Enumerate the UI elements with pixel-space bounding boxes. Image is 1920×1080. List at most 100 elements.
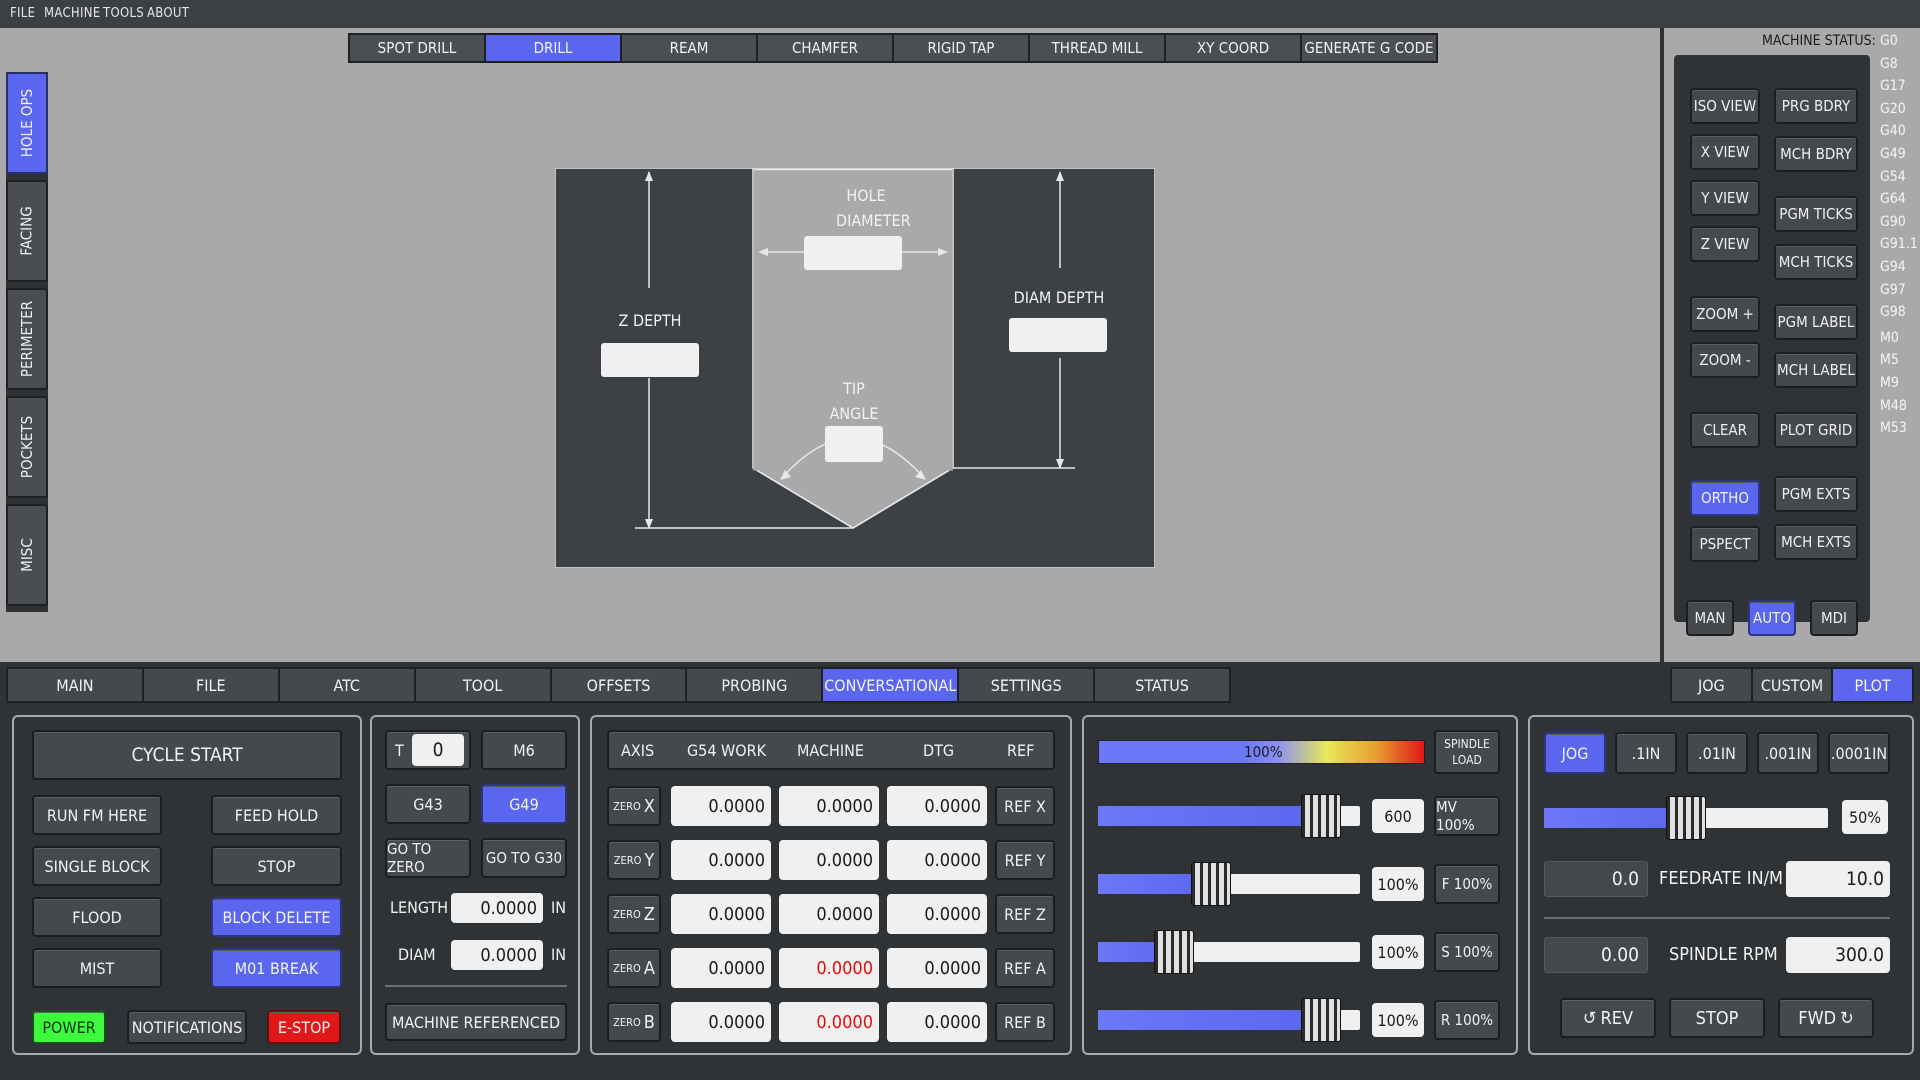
plot-grid-button[interactable]: PLOT GRID: [1774, 412, 1858, 448]
tab-xy-coord[interactable]: XY COORD: [1166, 35, 1300, 61]
override-reset-button[interactable]: S 100%: [1434, 932, 1500, 972]
perspective-button[interactable]: PSPECT: [1690, 526, 1760, 562]
ref-z-button[interactable]: REF Z: [995, 894, 1055, 934]
go-to-zero-button[interactable]: GO TO ZERO: [385, 838, 471, 878]
tab-settings[interactable]: SETTINGS: [959, 669, 1094, 701]
go-to-g30-button[interactable]: GO TO G30: [481, 838, 567, 878]
zero-y-button[interactable]: ZERO Y: [607, 840, 661, 880]
override-slider-thumb[interactable]: [1153, 930, 1194, 974]
zero-a-button[interactable]: ZERO A: [607, 948, 661, 988]
g49-button[interactable]: G49: [481, 784, 567, 824]
menu-tools[interactable]: TOOLS: [103, 6, 144, 21]
machine-extents-button[interactable]: MCH EXTS: [1774, 524, 1858, 560]
tab-probing[interactable]: PROBING: [687, 669, 822, 701]
spindle-stop-button[interactable]: STOP: [1669, 998, 1765, 1038]
ref-b-button[interactable]: REF B: [995, 1002, 1055, 1042]
menu-about[interactable]: ABOUT: [147, 6, 189, 21]
tab-chamfer[interactable]: CHAMFER: [758, 35, 892, 61]
tab-drill[interactable]: DRILL: [486, 35, 620, 61]
mdi-mode-button[interactable]: MDI: [1810, 600, 1858, 636]
g54-work-x[interactable]: 0.0000: [671, 786, 771, 826]
zoom-out-button[interactable]: ZOOM -: [1690, 342, 1760, 378]
machine-boundary-button[interactable]: MCH BDRY: [1774, 136, 1858, 172]
zero-b-button[interactable]: ZERO B: [607, 1002, 661, 1042]
tip-angle-field[interactable]: [825, 426, 883, 462]
tool-length-field[interactable]: 0.0000: [451, 893, 543, 923]
stop-button[interactable]: STOP: [211, 846, 342, 886]
tab-tool[interactable]: TOOL: [415, 669, 550, 701]
tool-number-input[interactable]: 0: [412, 734, 464, 766]
spindle-reverse-button[interactable]: ↺ REV: [1560, 998, 1656, 1038]
x-view-button[interactable]: X VIEW: [1690, 134, 1760, 170]
m6-button[interactable]: M6: [481, 730, 567, 770]
diam-depth-field[interactable]: [1009, 318, 1107, 352]
jog-mode-button[interactable]: .001IN: [1757, 732, 1819, 774]
clear-button[interactable]: CLEAR: [1690, 412, 1760, 448]
hole-diameter-field[interactable]: [804, 236, 902, 270]
override-slider-thumb[interactable]: [1300, 794, 1341, 838]
jog-mode-button[interactable]: .1IN: [1615, 732, 1677, 774]
flood-button[interactable]: FLOOD: [32, 897, 162, 937]
estop-button[interactable]: E-STOP: [267, 1010, 341, 1044]
program-boundary-button[interactable]: PRG BDRY: [1774, 88, 1858, 124]
single-block-button[interactable]: SINGLE BLOCK: [32, 846, 162, 886]
m01-break-button[interactable]: M01 BREAK: [211, 948, 342, 988]
menu-machine[interactable]: MACHINE: [44, 6, 101, 21]
program-ticks-button[interactable]: PGM TICKS: [1774, 196, 1858, 232]
g54-work-b[interactable]: 0.0000: [671, 1002, 771, 1042]
spindle-rpm-input[interactable]: 300.0: [1786, 937, 1890, 973]
feedrate-input[interactable]: 10.0: [1786, 861, 1890, 897]
override-reset-button[interactable]: R 100%: [1434, 1000, 1500, 1040]
g54-work-a[interactable]: 0.0000: [671, 948, 771, 988]
tab-jog[interactable]: JOG: [1672, 669, 1751, 701]
tab-file[interactable]: FILE: [143, 669, 278, 701]
side-tab-perimeter[interactable]: PERIMETER: [6, 288, 48, 390]
tab-status[interactable]: STATUS: [1095, 669, 1230, 701]
program-label-button[interactable]: PGM LABEL: [1774, 304, 1858, 340]
iso-view-button[interactable]: ISO VIEW: [1690, 88, 1760, 124]
override-slider-thumb[interactable]: [1300, 998, 1341, 1042]
jog-speed-thumb[interactable]: [1666, 796, 1706, 840]
cycle-start-button[interactable]: CYCLE START: [32, 730, 342, 780]
machine-ticks-button[interactable]: MCH TICKS: [1774, 244, 1858, 280]
tab-conversational[interactable]: CONVERSATIONAL: [823, 669, 958, 701]
block-delete-button[interactable]: BLOCK DELETE: [211, 897, 342, 937]
power-button[interactable]: POWER: [32, 1010, 106, 1044]
side-tab-facing[interactable]: FACING: [6, 180, 48, 282]
spindle-forward-button[interactable]: FWD ↻: [1778, 998, 1874, 1038]
override-reset-button[interactable]: MV 100%: [1434, 796, 1500, 836]
ref-a-button[interactable]: REF A: [995, 948, 1055, 988]
zero-z-button[interactable]: ZERO Z: [607, 894, 661, 934]
y-view-button[interactable]: Y VIEW: [1690, 180, 1760, 216]
zero-x-button[interactable]: ZERO X: [607, 786, 661, 826]
z-view-button[interactable]: Z VIEW: [1690, 226, 1760, 262]
jog-mode-button[interactable]: .0001IN: [1828, 732, 1890, 774]
z-depth-field[interactable]: [601, 343, 699, 377]
program-extents-button[interactable]: PGM EXTS: [1774, 476, 1858, 512]
feed-hold-button[interactable]: FEED HOLD: [211, 795, 342, 835]
g43-button[interactable]: G43: [385, 784, 471, 824]
tab-spot-drill[interactable]: SPOT DRILL: [350, 35, 484, 61]
override-slider-thumb[interactable]: [1190, 862, 1231, 906]
g54-work-y[interactable]: 0.0000: [671, 840, 771, 880]
tab-ream[interactable]: REAM: [622, 35, 756, 61]
jog-mode-button[interactable]: .01IN: [1686, 732, 1748, 774]
jog-mode-button[interactable]: JOG: [1544, 732, 1606, 774]
notifications-button[interactable]: NOTIFICATIONS: [127, 1010, 247, 1044]
tab-main[interactable]: MAIN: [8, 669, 142, 701]
zoom-in-button[interactable]: ZOOM +: [1690, 296, 1760, 332]
tab-rigid-tap[interactable]: RIGID TAP: [894, 35, 1028, 61]
side-tab-misc[interactable]: MISC: [6, 504, 48, 606]
side-tab-hole-ops[interactable]: HOLE OPS: [6, 72, 48, 174]
menu-file[interactable]: FILE: [10, 6, 35, 21]
tab-offsets[interactable]: OFFSETS: [551, 669, 686, 701]
mist-button[interactable]: MIST: [32, 948, 162, 988]
tab-thread-mill[interactable]: THREAD MILL: [1030, 35, 1164, 61]
manual-mode-button[interactable]: MAN: [1686, 600, 1734, 636]
g54-work-z[interactable]: 0.0000: [671, 894, 771, 934]
ortho-button[interactable]: ORTHO: [1690, 480, 1760, 516]
ref-y-button[interactable]: REF Y: [995, 840, 1055, 880]
tool-diam-field[interactable]: 0.0000: [451, 940, 543, 970]
side-tab-pockets[interactable]: POCKETS: [6, 396, 48, 498]
run-from-here-button[interactable]: RUN FM HERE: [32, 795, 162, 835]
